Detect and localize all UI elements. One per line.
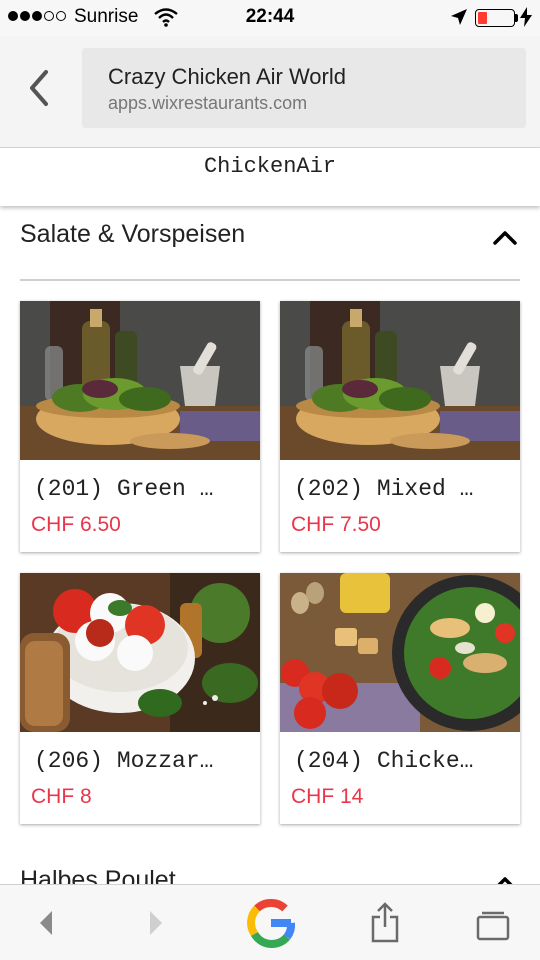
menu-item-card[interactable]: (204) Chicke… CHF 14	[280, 573, 520, 824]
page-title: Crazy Chicken Air World	[108, 64, 346, 89]
signal-dot	[32, 11, 42, 21]
browser-address-area: Crazy Chicken Air World apps.wixrestaura…	[0, 36, 540, 148]
dish-price: CHF 7.50	[291, 513, 381, 536]
signal-dot	[20, 11, 30, 21]
dish-name: (202) Mixed …	[294, 476, 474, 502]
dish-price: CHF 8	[31, 785, 92, 808]
page-url: apps.wixrestaurants.com	[108, 93, 308, 113]
section-divider	[20, 279, 520, 281]
signal-dot	[44, 11, 54, 21]
restaurant-name: ChickenAir	[203, 154, 337, 179]
url-bar[interactable]: Crazy Chicken Air World apps.wixrestaura…	[82, 48, 526, 128]
dish-price: CHF 14	[291, 785, 364, 808]
menu-item-card[interactable]: (201) Green … CHF 6.50	[20, 301, 260, 552]
salad-bowl-photo	[20, 301, 260, 460]
back-arrow-icon[interactable]	[36, 909, 56, 937]
carrier-name: Sunrise	[74, 6, 139, 27]
menu-item-card[interactable]: (206) Mozzar… CHF 8	[20, 573, 260, 824]
browser-toolbar	[0, 884, 540, 960]
forward-arrow-icon[interactable]	[146, 909, 166, 937]
back-chevron-icon[interactable]	[24, 68, 58, 108]
menu-item-card[interactable]: (202) Mixed … CHF 7.50	[280, 301, 520, 552]
dish-name: (206) Mozzar…	[34, 748, 214, 774]
battery-level	[478, 12, 487, 24]
chevron-up-icon[interactable]	[492, 228, 518, 246]
status-bar: Sunrise 22:44	[0, 0, 540, 36]
restaurant-header: ChickenAir	[0, 148, 540, 206]
google-icon[interactable]	[245, 897, 297, 949]
tabs-icon[interactable]	[476, 907, 510, 941]
location-arrow-icon	[451, 9, 467, 25]
dish-price: CHF 6.50	[31, 513, 121, 536]
signal-dot	[8, 11, 18, 21]
dish-name: (204) Chicke…	[294, 748, 474, 774]
salad-bowl-photo	[280, 301, 520, 460]
charging-bolt-icon	[520, 7, 532, 27]
battery-nub	[515, 14, 518, 22]
signal-dot	[56, 11, 66, 21]
dish-name: (201) Green …	[34, 476, 214, 502]
share-icon[interactable]	[370, 901, 400, 943]
chicken-caesar-salad-photo	[280, 573, 520, 732]
wifi-icon	[154, 8, 178, 27]
battery-icon	[475, 9, 515, 27]
mozzarella-tomato-photo	[20, 573, 260, 732]
section-title[interactable]: Salate & Vorspeisen	[20, 220, 245, 249]
signal-strength-icon	[8, 11, 66, 21]
